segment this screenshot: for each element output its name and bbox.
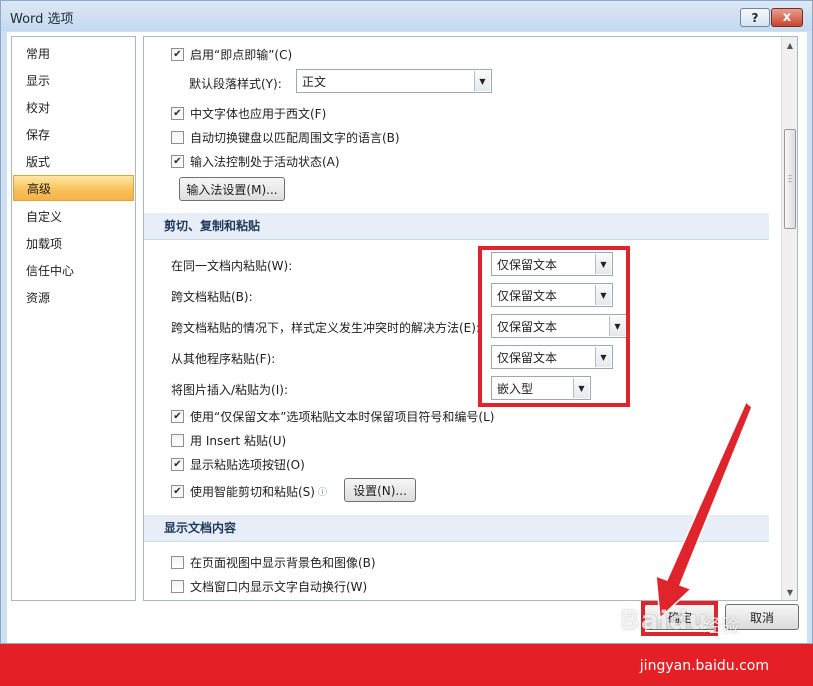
smart-cut-paste-option[interactable]: ✔ 使用智能剪切和粘贴(S) ⓘ xyxy=(171,481,327,501)
checkbox-unchecked[interactable] xyxy=(171,579,184,593)
ime-settings-button[interactable]: 输入法设置(M)... xyxy=(179,177,285,201)
scroll-up-arrow-icon[interactable]: ▲ xyxy=(782,37,797,53)
option-label: 输入法控制处于活动状态(A) xyxy=(190,154,340,169)
click-and-type-option[interactable]: ✔ 启用“即点即输”(C) xyxy=(171,44,292,64)
close-button[interactable]: x xyxy=(771,8,803,27)
section-show-document-content: 显示文档内容 xyxy=(144,515,769,542)
options-sidebar: 常用 显示 校对 保存 版式 高级 自定义 加载项 信任中心 资源 xyxy=(11,36,136,601)
checkbox-checked[interactable]: ✔ xyxy=(171,409,184,423)
section-cut-copy-paste: 剪切、复制和粘贴 xyxy=(144,213,769,240)
select-value: 正文 xyxy=(302,74,327,89)
option-label: 用 Insert 粘贴(U) xyxy=(190,433,287,448)
sidebar-item-label: 自定义 xyxy=(26,210,63,224)
sidebar-item-label: 加载项 xyxy=(26,237,63,251)
ime-control-option[interactable]: ✔ 输入法控制处于活动状态(A) xyxy=(171,151,340,171)
checkbox-checked[interactable]: ✔ xyxy=(171,47,184,61)
option-label: 在页面视图中显示背景色和图像(B) xyxy=(190,555,376,570)
sidebar-item-addins[interactable]: 加载项 xyxy=(13,231,134,257)
vertical-scrollbar[interactable]: ▲ – – – ▼ xyxy=(781,37,797,600)
checkbox-checked[interactable]: ✔ xyxy=(171,484,184,498)
word-options-dialog: Word 选项 ? x 常用 显示 校对 保存 版式 高级 自定义 加载项 信任… xyxy=(0,0,813,644)
bottom-banner: jingyan.baidu.com xyxy=(0,644,813,686)
grip-icon: – – – xyxy=(788,171,792,186)
sidebar-item-trust-center[interactable]: 信任中心 xyxy=(13,258,134,284)
sidebar-item-label: 高级 xyxy=(27,182,52,196)
keep-bullets-option[interactable]: ✔ 使用“仅保留文本”选项粘贴文本时保留项目符号和编号(L) xyxy=(171,406,495,426)
bg-colors-option[interactable]: 在页面视图中显示背景色和图像(B) xyxy=(171,552,376,572)
sidebar-item-proofing[interactable]: 校对 xyxy=(13,95,134,121)
default-para-style-select[interactable]: 正文 ▼ xyxy=(296,69,492,93)
paste-same-doc-label: 在同一文档内粘贴(W): xyxy=(171,259,293,273)
option-label: 使用智能剪切和粘贴(S) xyxy=(190,484,315,499)
checkbox-unchecked[interactable] xyxy=(171,555,184,569)
sidebar-item-label: 资源 xyxy=(26,291,51,305)
title-bar: Word 选项 ? x xyxy=(1,1,812,31)
checkbox-unchecked[interactable] xyxy=(171,433,184,447)
scroll-down-arrow-icon[interactable]: ▼ xyxy=(782,584,797,600)
insert-key-paste-option[interactable]: 用 Insert 粘贴(U) xyxy=(171,430,286,450)
option-label: 显示粘贴选项按钮(O) xyxy=(190,457,305,472)
scroll-thumb[interactable]: – – – xyxy=(784,129,796,229)
checkbox-checked[interactable]: ✔ xyxy=(171,457,184,471)
wrap-text-option[interactable]: 文档窗口内显示文字自动换行(W) xyxy=(171,576,367,596)
dialog-client: 常用 显示 校对 保存 版式 高级 自定义 加载项 信任中心 资源 ✔ 启用“即… xyxy=(7,32,807,643)
paste-other-programs-label: 从其他程序粘贴(F): xyxy=(171,352,276,366)
option-label: 使用“仅保留文本”选项粘贴文本时保留项目符号和编号(L) xyxy=(190,409,495,424)
info-icon: ⓘ xyxy=(317,487,327,498)
option-label: 文档窗口内显示文字自动换行(W) xyxy=(190,579,368,594)
sidebar-item-layout[interactable]: 版式 xyxy=(13,149,134,175)
sidebar-item-label: 信任中心 xyxy=(26,264,75,278)
sidebar-item-display[interactable]: 显示 xyxy=(13,68,134,94)
sidebar-item-customize[interactable]: 自定义 xyxy=(13,204,134,230)
checkbox-checked[interactable]: ✔ xyxy=(171,106,184,120)
smart-paste-settings-button[interactable]: 设置(N)... xyxy=(344,478,416,502)
insert-picture-as-label: 将图片插入/粘贴为(I): xyxy=(171,383,288,397)
option-label: 启用“即点即输”(C) xyxy=(190,47,293,62)
window-title: Word 选项 xyxy=(10,12,74,27)
advanced-options-panel: ✔ 启用“即点即输”(C) 默认段落样式(Y): 正文 ▼ ✔ 中文字体也应用于… xyxy=(143,36,798,601)
sidebar-item-label: 版式 xyxy=(26,155,51,169)
sidebar-item-label: 常用 xyxy=(26,47,51,61)
sidebar-item-label: 显示 xyxy=(26,74,51,88)
sidebar-item-advanced[interactable]: 高级 xyxy=(13,175,134,201)
sidebar-item-save[interactable]: 保存 xyxy=(13,122,134,148)
show-paste-options-option[interactable]: ✔ 显示粘贴选项按钮(O) xyxy=(171,454,305,474)
option-label: 中文字体也应用于西文(F) xyxy=(190,106,327,121)
sidebar-item-label: 保存 xyxy=(26,128,51,142)
watermark-brand: Baidu xyxy=(620,606,709,636)
default-para-style-label: 默认段落样式(Y): xyxy=(189,77,282,91)
sidebar-item-common[interactable]: 常用 xyxy=(13,41,134,67)
sidebar-item-label: 校对 xyxy=(26,101,51,115)
checkbox-unchecked[interactable] xyxy=(171,130,184,144)
checkbox-checked[interactable]: ✔ xyxy=(171,154,184,168)
auto-switch-keyboard-option[interactable]: 自动切换键盘以匹配周围文字的语言(B) xyxy=(171,127,400,147)
help-button[interactable]: ? xyxy=(740,8,770,27)
watermark-brand-cn: 经验 xyxy=(703,616,739,637)
paste-options-highlight-box xyxy=(478,246,630,407)
chinese-font-west-option[interactable]: ✔ 中文字体也应用于西文(F) xyxy=(171,103,326,123)
chevron-down-icon: ▼ xyxy=(474,71,490,91)
option-label: 自动切换键盘以匹配周围文字的语言(B) xyxy=(190,130,400,145)
sidebar-item-resources[interactable]: 资源 xyxy=(13,285,134,311)
style-conflict-label: 跨文档粘贴的情况下，样式定义发生冲突时的解决方法(E): xyxy=(171,321,480,335)
watermark-url: jingyan.baidu.com xyxy=(639,658,769,674)
paste-across-docs-label: 跨文档粘贴(B): xyxy=(171,290,253,304)
